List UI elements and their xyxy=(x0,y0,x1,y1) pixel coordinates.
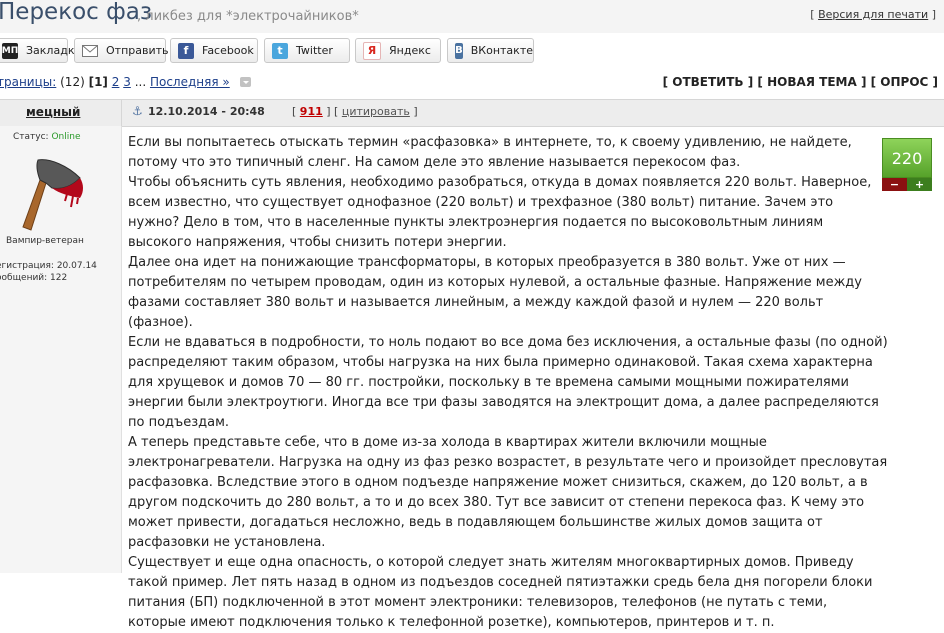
axe-avatar-image xyxy=(22,159,83,231)
yandex-icon: Я xyxy=(363,41,381,60)
pages-count: (12) xyxy=(60,75,85,89)
facebook-button[interactable]: f Facebook xyxy=(170,38,258,63)
anchor-icon[interactable]: ⚓ xyxy=(132,104,143,118)
rate-down-button[interactable]: − xyxy=(882,178,907,191)
last-page-link[interactable]: Последняя » xyxy=(150,75,230,89)
post-header: мецный ⚓ 12.10.2014 - 20:48 [ 911 ] [ ци… xyxy=(0,99,944,127)
post-actions: [ ОТВЕТИТЬ ] [ НОВАЯ ТЕМА ] [ ОПРОС ] xyxy=(663,75,938,89)
bookmarks-icon: МП xyxy=(2,42,18,59)
mail-icon xyxy=(82,43,98,59)
header-divider xyxy=(121,100,122,126)
vk-label: ВКонтакте xyxy=(470,44,533,57)
avatar[interactable] xyxy=(10,152,96,232)
message-count: ообщений: 122 xyxy=(0,273,68,283)
yandex-button[interactable]: Я Яндекс xyxy=(355,38,441,63)
registration-date: егистрация: 20.07.14 xyxy=(0,261,97,271)
post-date: 12.10.2014 - 20:48 xyxy=(148,105,265,118)
pages-ellipsis: ... xyxy=(134,75,147,89)
facebook-icon: f xyxy=(178,42,194,59)
rate-up-button[interactable]: + xyxy=(907,178,932,191)
post-number-block: [ 911 ] [ цитировать ] xyxy=(292,105,418,118)
rating-buttons: − + xyxy=(882,178,932,191)
pagination-row: траницы: (12) [1] 2 3 ... Последняя » [ … xyxy=(0,71,944,93)
pages-dropdown-icon[interactable] xyxy=(239,77,251,87)
status-value: Online xyxy=(51,132,81,142)
post-paragraph: А теперь представьте себе, что в доме из… xyxy=(128,435,888,550)
post-paragraph: Если не вдаваться в подробности, то ноль… xyxy=(128,335,888,430)
rating-value: 220 xyxy=(882,138,932,178)
send-button[interactable]: Отправить xyxy=(74,38,169,63)
quote-link[interactable]: цитировать xyxy=(342,105,410,118)
vk-button[interactable]: В ВКонтакте xyxy=(447,38,534,63)
twitter-label: Twitter xyxy=(296,44,333,57)
post-paragraph: Если вы попытаетесь отыскать термин «рас… xyxy=(128,135,852,170)
pages-label[interactable]: траницы: xyxy=(0,75,56,89)
yandex-label: Яндекс xyxy=(389,44,431,57)
share-bar: МП Закладки Отправить f Facebook t Twitt… xyxy=(0,33,944,69)
current-page: [1] xyxy=(88,75,108,89)
poll-button[interactable]: [ ОПРОС ] xyxy=(871,75,938,89)
page-link-3[interactable]: 3 xyxy=(123,75,131,89)
send-label: Отправить xyxy=(106,44,169,57)
print-version: [ Версия для печати ] xyxy=(810,8,936,21)
user-rank: Вампир-ветеран xyxy=(6,236,84,246)
pagination: траницы: (12) [1] 2 3 ... Последняя » xyxy=(0,75,251,89)
post-paragraph: Далее она идет на понижающие трансформат… xyxy=(128,255,862,330)
new-topic-button[interactable]: [ НОВАЯ ТЕМА ] xyxy=(757,75,866,89)
post-paragraph: Чтобы объяснить суть явления, необходимо… xyxy=(128,175,872,250)
page-link-2[interactable]: 2 xyxy=(112,75,120,89)
twitter-button[interactable]: t Twitter xyxy=(264,38,350,63)
title-bar: Перекос фаз , ликбез для *электрочайнико… xyxy=(0,0,944,33)
post-paragraph: Существует и еще одна опасность, о котор… xyxy=(128,555,873,630)
topic-title: Перекос фаз xyxy=(0,0,153,25)
print-version-link[interactable]: Версия для печати xyxy=(818,8,928,21)
vk-icon: В xyxy=(455,42,463,59)
bookmarks-button[interactable]: МП Закладки xyxy=(0,38,82,63)
author-profile: Статус: Online Вампир-ветеран егистрация… xyxy=(0,126,121,573)
topic-subtitle: , ликбез для *электрочайников* xyxy=(137,9,359,24)
column-divider xyxy=(121,126,122,573)
post-body: Если вы попытаетесь отыскать термин «рас… xyxy=(128,133,888,633)
reply-button[interactable]: [ ОТВЕТИТЬ ] xyxy=(663,75,754,89)
twitter-icon: t xyxy=(272,42,288,59)
author-name[interactable]: мецный xyxy=(26,105,80,119)
rating-widget: 220 − + xyxy=(882,138,932,193)
post-number-link[interactable]: 911 xyxy=(300,105,323,118)
status-label: Статус: xyxy=(13,132,49,142)
status-line: Статус: Online xyxy=(13,132,81,142)
facebook-label: Facebook xyxy=(202,44,254,57)
